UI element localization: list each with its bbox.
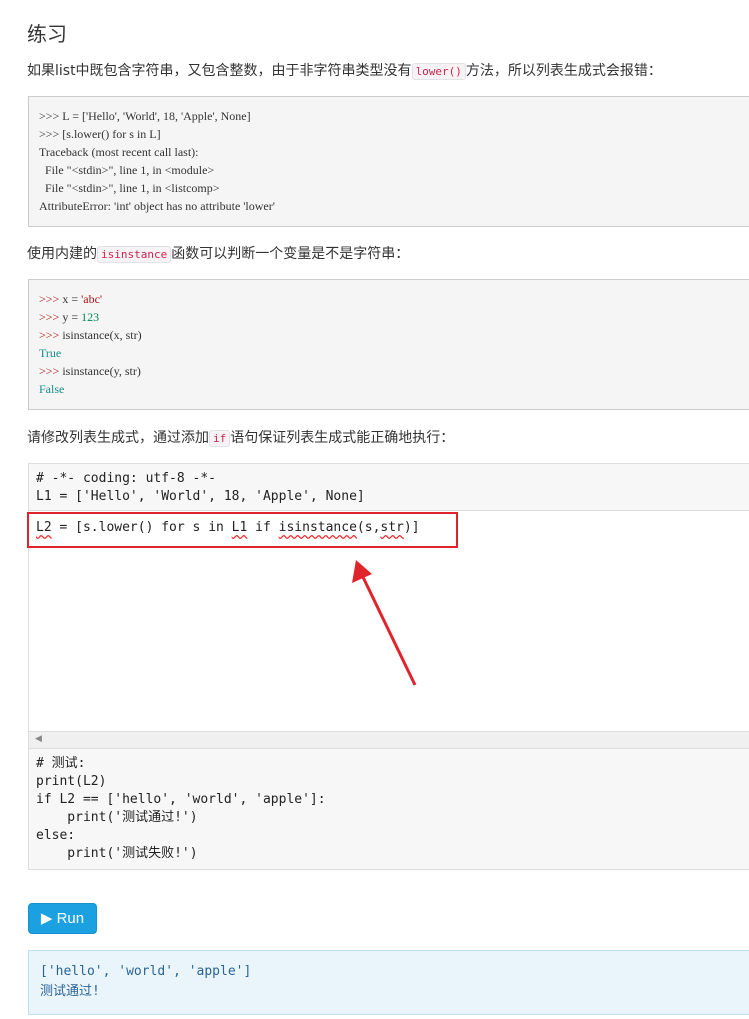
- run-button-label: Run: [56, 910, 85, 927]
- run-output: ['hello', 'world', 'apple'] 测试通过!: [28, 950, 749, 1015]
- run-button[interactable]: ▶ Run: [28, 903, 97, 934]
- play-icon: ▶: [40, 910, 53, 927]
- annotation-arrow-icon: [352, 560, 417, 686]
